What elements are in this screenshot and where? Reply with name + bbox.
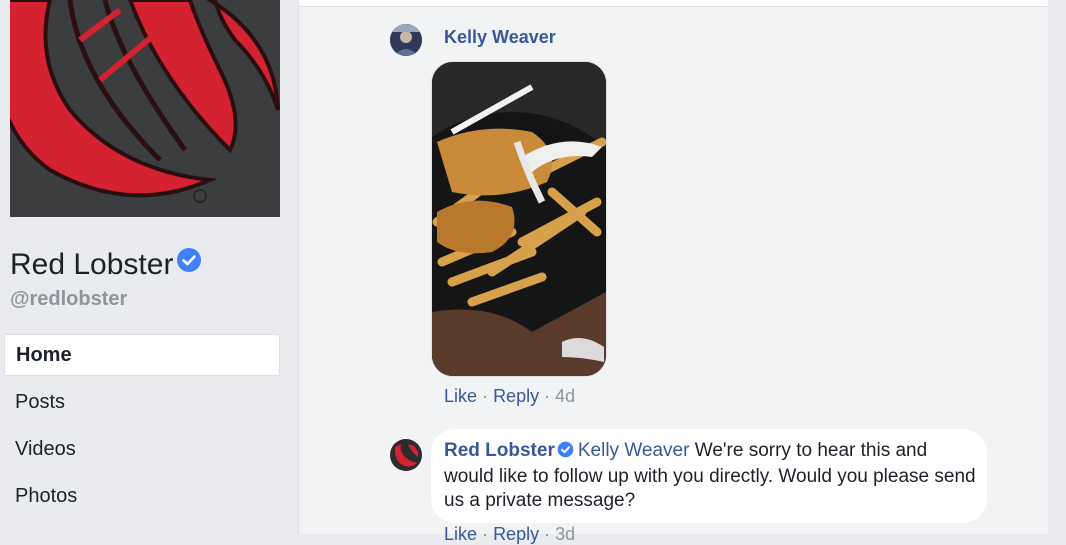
comment-author-link[interactable]: Red Lobster — [444, 440, 555, 461]
nav-item-photos[interactable]: Photos — [4, 475, 280, 517]
page-cover-photo[interactable] — [10, 0, 280, 217]
like-link[interactable]: Like — [444, 386, 477, 406]
separator: · — [544, 386, 551, 406]
comment-actions: Like · Reply · 3d — [444, 524, 575, 545]
comment-actions: Like · Reply · 4d — [444, 386, 575, 407]
reply-link[interactable]: Reply — [493, 524, 539, 544]
nav-item-home[interactable]: Home — [4, 334, 280, 376]
avatar[interactable] — [390, 24, 422, 56]
page-title-row: Red Lobster — [10, 247, 202, 283]
page-title: Red Lobster — [10, 248, 174, 281]
nav-item-videos[interactable]: Videos — [4, 428, 280, 470]
verified-badge-icon — [557, 441, 574, 465]
comment-photo[interactable] — [431, 61, 607, 377]
comment-timestamp[interactable]: 4d — [555, 386, 575, 406]
avatar[interactable] — [390, 439, 422, 471]
separator: · — [482, 524, 489, 544]
mention-link[interactable]: Kelly Weaver — [578, 440, 690, 461]
comment-timestamp[interactable]: 3d — [555, 524, 575, 544]
reply-link[interactable]: Reply — [493, 386, 539, 406]
post-card-bottom-edge — [299, 0, 1049, 7]
page-nav: Home Posts Videos Photos — [4, 334, 280, 522]
verified-badge-icon — [176, 247, 202, 278]
page-sidebar: Red Lobster @redlobster Home Posts Video… — [0, 0, 298, 534]
comment-author-link[interactable]: Kelly Weaver — [444, 27, 556, 48]
comment-text: Red Lobster Kelly Weaver We're sorry to h… — [444, 439, 979, 513]
scrollbar-track[interactable] — [1048, 0, 1066, 534]
separator: · — [482, 386, 489, 406]
fish-and-chips-photo — [432, 62, 606, 376]
comment-bubble: Red Lobster Kelly Weaver We're sorry to h… — [431, 429, 987, 523]
page-handle: @redlobster — [10, 288, 128, 310]
separator: · — [544, 524, 551, 544]
like-link[interactable]: Like — [444, 524, 477, 544]
nav-item-posts[interactable]: Posts — [4, 381, 280, 423]
red-lobster-logo — [10, 0, 280, 217]
